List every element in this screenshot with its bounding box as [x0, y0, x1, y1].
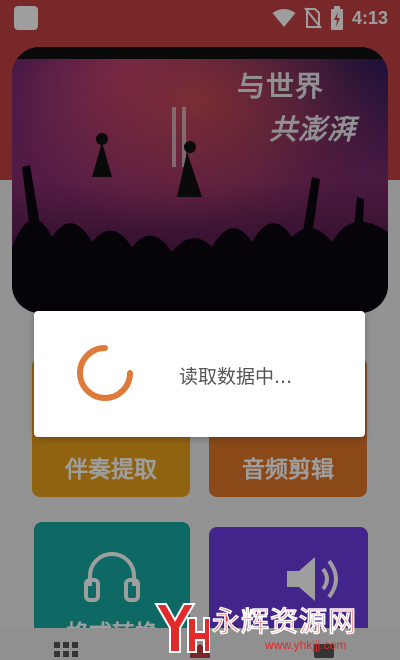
loading-message: 读取数据中... — [179, 366, 293, 388]
watermark-logo — [154, 603, 210, 653]
watermark: 永辉资源网 www.yhkjjj.com — [150, 598, 395, 658]
watermark-url: www.yhkjjj.com — [265, 638, 347, 652]
loading-dialog: 读取数据中... — [34, 311, 365, 437]
watermark-title: 永辉资源网 — [212, 605, 358, 639]
loading-spinner-icon — [77, 345, 133, 401]
